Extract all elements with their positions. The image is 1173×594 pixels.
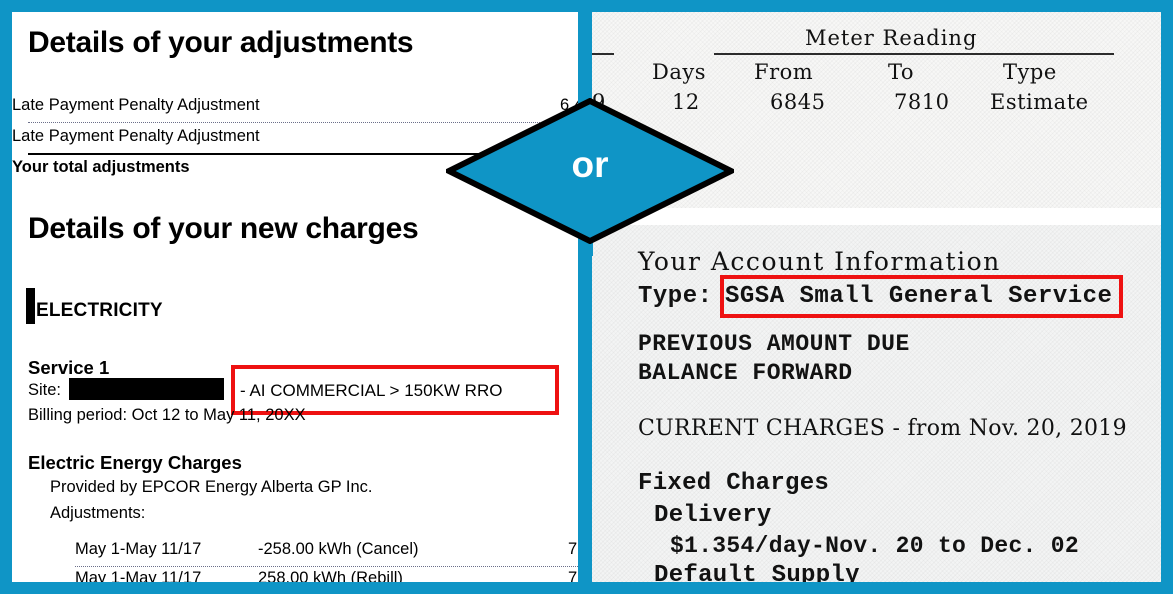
meter-reading-group-header: Meter Reading xyxy=(805,26,978,50)
provided-by-text: Provided by EPCOR Energy Alberta GP Inc. xyxy=(50,478,373,496)
adjustment-row-label-1: Late Payment Penalty Adjustment xyxy=(12,96,260,114)
charge-adjustment-rate-1: 7. xyxy=(568,540,578,558)
or-connector: or xyxy=(446,98,734,244)
electricity-section-label: ELECTRICITY xyxy=(36,300,163,321)
account-information-title: Your Account Information xyxy=(638,247,1001,276)
meter-reading-left-rule xyxy=(592,53,614,55)
meter-value-to: 7810 xyxy=(894,90,950,114)
adjustments-sublabel: Adjustments: xyxy=(50,504,146,522)
meter-col-header-type: Type xyxy=(1003,60,1057,84)
meter-col-header-from: From xyxy=(754,60,814,84)
balance-forward-label: BALANCE FORWARD xyxy=(638,360,853,386)
image-frame: Details of your adjustments Late Payment… xyxy=(0,0,1173,594)
service-title: Service 1 xyxy=(28,357,110,378)
fixed-charges-title: Fixed Charges xyxy=(638,470,830,497)
charge-adjustment-rate-2: 7. xyxy=(568,569,578,582)
delivery-label: Delivery xyxy=(654,502,772,529)
meter-value-type: Estimate xyxy=(990,90,1089,114)
charge-adjustment-date-1: May 1-May 11/17 xyxy=(75,540,202,558)
adjustment-row-label-2: Late Payment Penalty Adjustment xyxy=(12,127,260,145)
new-charges-title: Details of your new charges xyxy=(28,212,419,245)
meter-col-header-days: Days xyxy=(652,60,706,84)
account-information-scan: Your Account Information Type: SGSA Smal… xyxy=(592,225,1161,582)
meter-col-header-to: To xyxy=(888,60,915,84)
account-type-label: Type: xyxy=(638,283,713,310)
previous-amount-due-label: PREVIOUS AMOUNT DUE xyxy=(638,331,910,357)
or-label: or xyxy=(571,144,609,185)
charge-row-separator-1 xyxy=(75,566,578,568)
default-supply-label: Default Supply xyxy=(654,562,860,582)
charge-adjustment-quantity-2: 258.00 kWh (Rebill) xyxy=(258,569,403,582)
electric-energy-charges-title: Electric Energy Charges xyxy=(28,452,242,473)
current-charges-label: CURRENT CHARGES - from Nov. 20, 2019 xyxy=(638,416,1127,441)
redacted-site-value xyxy=(69,378,224,400)
meter-reading-header-rule xyxy=(714,53,1114,55)
billing-period-text: Billing period: Oct 12 to May 11, 20XX xyxy=(28,406,306,424)
delivery-rate-value: $1.354/day-Nov. 20 to Dec. 02 xyxy=(670,533,1079,559)
charge-adjustment-date-2: May 1-May 11/17 xyxy=(75,569,202,582)
charge-adjustment-quantity-1: -258.00 kWh (Cancel) xyxy=(258,540,419,558)
adjustments-title: Details of your adjustments xyxy=(28,26,414,59)
site-label: Site: xyxy=(28,381,62,399)
meter-value-from: 6845 xyxy=(770,90,826,114)
electricity-section-marker xyxy=(26,288,35,324)
total-adjustments-label: Your total adjustments xyxy=(12,158,190,176)
account-type-highlight-box xyxy=(720,275,1123,318)
